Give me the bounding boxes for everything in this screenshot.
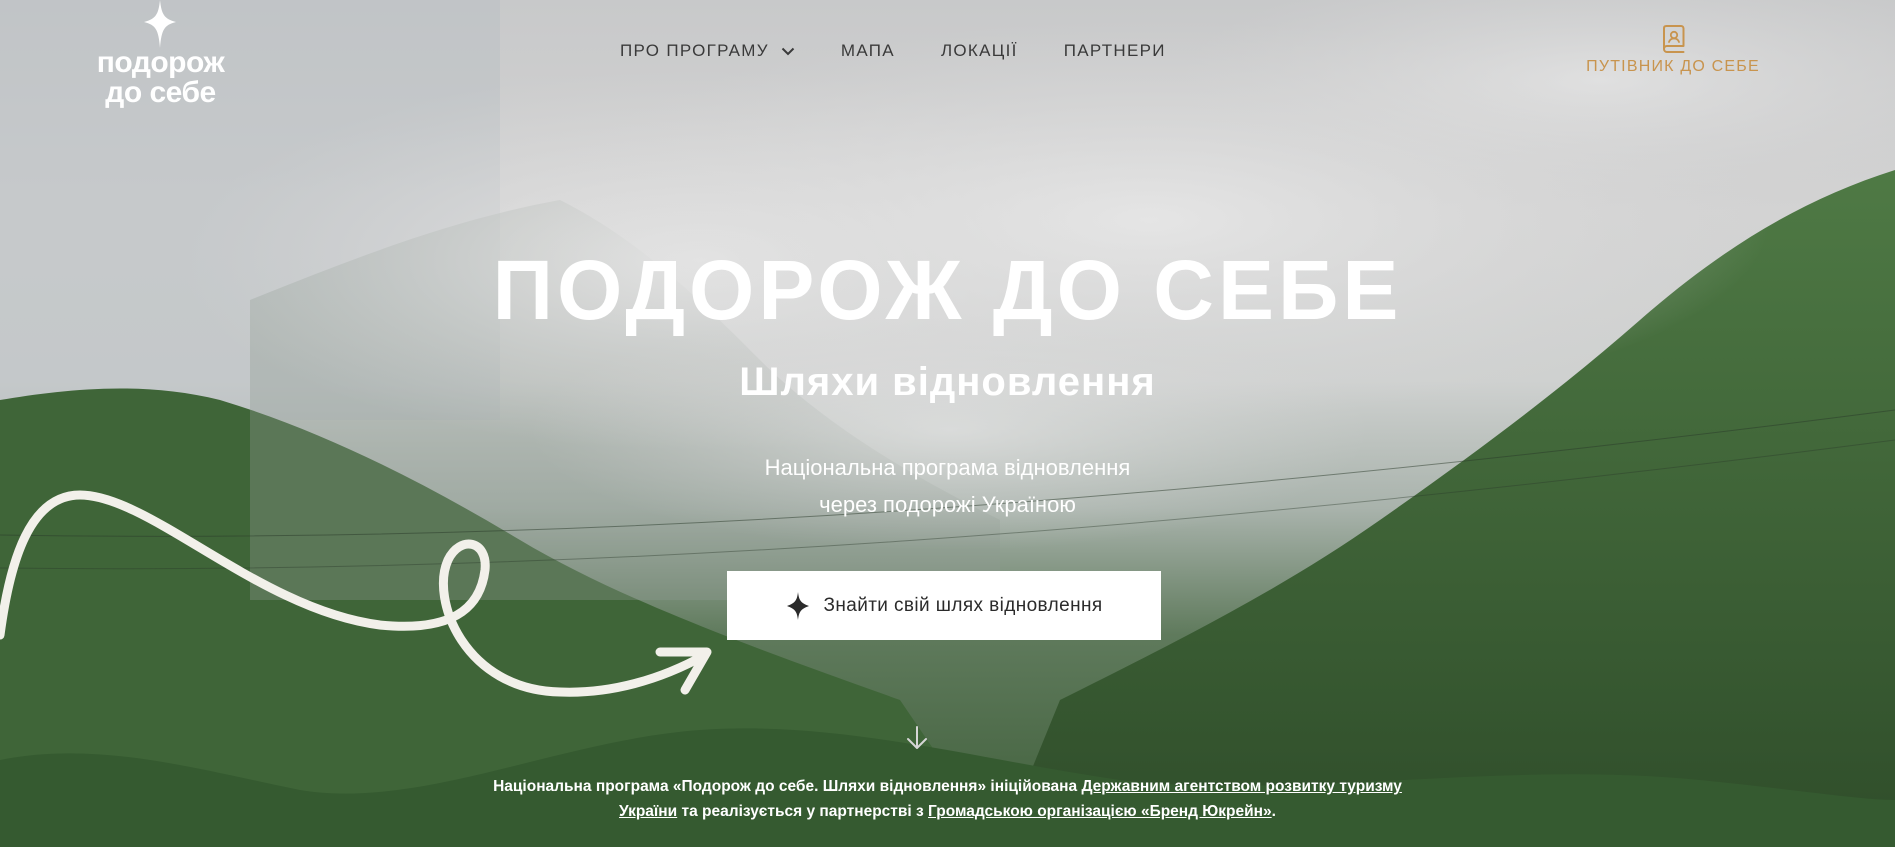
program-info-text: . <box>1271 803 1276 820</box>
main-navigation: ПРО ПРОГРАМУ МАПА ЛОКАЦІЇ ПАРТНЕРИ <box>620 41 1212 61</box>
tourism-agency-link[interactable]: Державним агентством розвитку туризму <box>1081 778 1401 795</box>
hero-title: ПОДОРОЖ ДО СЕБЕ <box>492 243 1403 337</box>
sparkle-star-icon <box>787 591 810 620</box>
guidebook-label: ПУТІВНИК ДО СЕБЕ <box>1586 58 1760 75</box>
sparkle-star-icon <box>144 0 176 48</box>
hero-description-line2: через подорожі Україною <box>819 492 1076 517</box>
nav-item-label: ЛОКАЦІЇ <box>940 41 1018 60</box>
nav-item-locations[interactable]: ЛОКАЦІЇ <box>941 41 1018 61</box>
hero-description: Національна програма відновлення через п… <box>0 449 1895 523</box>
guidebook-link[interactable]: ПУТІВНИК ДО СЕБЕ <box>1575 24 1771 76</box>
find-your-path-label: Знайти свій шлях відновлення <box>823 594 1103 616</box>
scroll-down-arrow-icon[interactable] <box>905 725 929 751</box>
nav-item-about-program[interactable]: ПРО ПРОГРАМУ <box>620 41 795 61</box>
tourism-agency-link-cont[interactable]: України <box>619 803 677 820</box>
chevron-down-icon <box>781 47 795 55</box>
logo-text-line2: до себе <box>105 76 216 109</box>
program-info-line1: Національна програма «Подорож до себе. Ш… <box>0 774 1895 799</box>
nav-item-label: ПАРТНЕРИ <box>1063 41 1166 60</box>
find-your-path-button[interactable]: Знайти свій шлях відновлення <box>727 571 1161 640</box>
program-info-text: та реалізується у партнерстві з <box>677 803 929 820</box>
program-info-line2: України та реалізується у партнерстві з … <box>0 799 1895 824</box>
hero-background-image <box>0 0 1895 847</box>
program-info-note: Національна програма «Подорож до себе. Ш… <box>0 774 1895 824</box>
hero-subtitle: Шляхи відновлення <box>739 360 1156 404</box>
hero-description-line1: Національна програма відновлення <box>764 455 1131 480</box>
guidebook-icon <box>1663 25 1685 53</box>
site-logo[interactable]: подорож до себе <box>88 0 233 110</box>
nav-item-label: МАПА <box>840 41 895 60</box>
decorative-curve-arrow <box>0 490 712 697</box>
logo-text-line1: подорож <box>96 46 225 79</box>
nav-item-partners[interactable]: ПАРТНЕРИ <box>1064 41 1166 61</box>
nav-item-map[interactable]: МАПА <box>841 41 895 61</box>
nav-item-label: ПРО ПРОГРАМУ <box>620 41 769 60</box>
brand-ukraine-link[interactable]: Громадською організацією «Бренд Юкрейн» <box>928 803 1272 820</box>
program-info-text: Національна програма «Подорож до себе. Ш… <box>493 778 1082 795</box>
